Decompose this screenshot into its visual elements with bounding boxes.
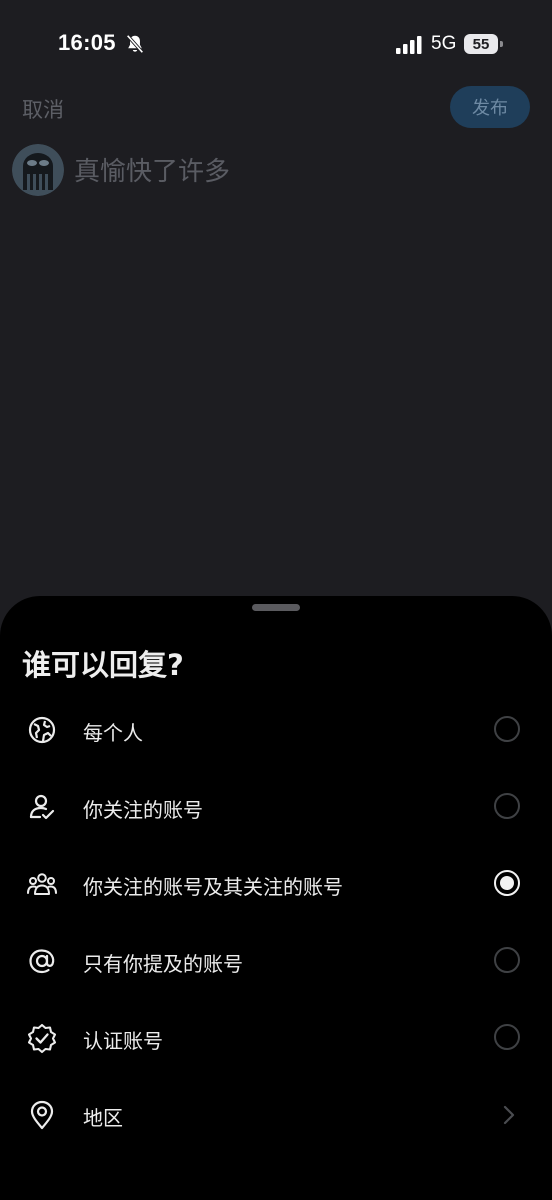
battery-level: 55: [464, 34, 498, 54]
silent-bell-icon: [126, 34, 144, 54]
option-label: 地区: [83, 1106, 123, 1130]
globe-icon: [28, 716, 56, 744]
option-verified[interactable]: 认证账号: [0, 1006, 552, 1070]
radio-selected[interactable]: [494, 870, 520, 896]
avatar[interactable]: [12, 144, 64, 196]
option-label: 认证账号: [83, 1029, 163, 1053]
avatar-image: [12, 144, 64, 196]
reply-settings-screen: 16:05 5G 55 取消 发布 真愉快了许多 谁可以回复? 每个人 你关注的…: [0, 0, 552, 1200]
at-icon: [29, 949, 55, 974]
sheet-grabber[interactable]: [252, 604, 300, 611]
option-label: 你关注的账号: [83, 798, 203, 822]
radio-unselected[interactable]: [494, 793, 520, 819]
option-following[interactable]: 你关注的账号: [0, 775, 552, 839]
radio-unselected[interactable]: [494, 947, 520, 973]
post-button[interactable]: 发布: [450, 86, 530, 128]
verified-badge-icon: [27, 1023, 57, 1054]
status-bar: 16:05 5G 55: [0, 0, 552, 90]
location-pin-icon: [30, 1100, 54, 1130]
chevron-right-icon: [503, 1105, 515, 1125]
status-time: 16:05: [58, 30, 116, 55]
cancel-button[interactable]: 取消: [22, 94, 64, 124]
option-mentioned-only[interactable]: 只有你提及的账号: [0, 929, 552, 993]
option-label: 只有你提及的账号: [83, 952, 243, 976]
battery-tip: [500, 41, 503, 47]
radio-unselected[interactable]: [494, 1024, 520, 1050]
option-everyone[interactable]: 每个人: [0, 698, 552, 762]
users-icon: [27, 873, 57, 895]
battery-icon: 55: [464, 34, 503, 54]
user-check-icon: [29, 794, 55, 820]
sheet-title: 谁可以回复?: [22, 648, 184, 682]
option-region[interactable]: 地区: [0, 1083, 552, 1147]
option-label: 每个人: [83, 721, 143, 745]
option-following-and-theirs[interactable]: 你关注的账号及其关注的账号: [0, 852, 552, 916]
option-label: 你关注的账号及其关注的账号: [83, 875, 343, 899]
compose-text[interactable]: 真愉快了许多: [74, 151, 230, 188]
cellular-signal-icon: [396, 36, 422, 54]
radio-unselected[interactable]: [494, 716, 520, 742]
reply-permission-sheet: 谁可以回复? 每个人 你关注的账号 你关注的账号及其关注的账号 只有你提及的账号…: [0, 596, 552, 1200]
network-type: 5G: [431, 33, 457, 54]
